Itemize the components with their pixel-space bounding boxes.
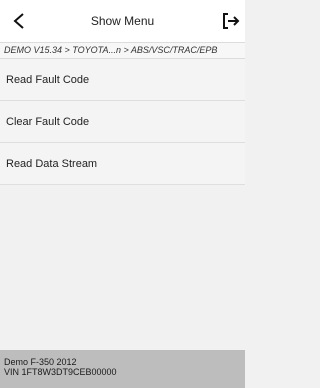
menu-list: Read Fault Code Clear Fault Code Read Da… (0, 59, 245, 185)
exit-button[interactable] (219, 8, 243, 34)
app-header: Show Menu (0, 0, 245, 42)
menu-item-label: Read Data Stream (6, 157, 98, 170)
menu-item-read-fault-code[interactable]: Read Fault Code (0, 59, 245, 101)
menu-item-read-data-stream[interactable]: Read Data Stream (0, 143, 245, 185)
chevron-left-icon (13, 13, 24, 29)
menu-item-label: Read Fault Code (6, 73, 90, 86)
page-title: Show Menu (90, 14, 155, 28)
menu-item-clear-fault-code[interactable]: Clear Fault Code (0, 101, 245, 143)
exit-icon (223, 13, 240, 29)
breadcrumb: DEMO V15.34 > TOYOTA...n > ABS/VSC/TRAC/… (0, 42, 245, 59)
menu-item-label: Clear Fault Code (6, 115, 90, 128)
vehicle-vin: VIN 1FT8W3DT9CEB00000 (4, 367, 117, 377)
back-button[interactable] (6, 8, 32, 34)
vehicle-name: Demo F-350 2012 (4, 357, 77, 367)
vehicle-info-footer: Demo F-350 2012 VIN 1FT8W3DT9CEB00000 (0, 350, 245, 388)
